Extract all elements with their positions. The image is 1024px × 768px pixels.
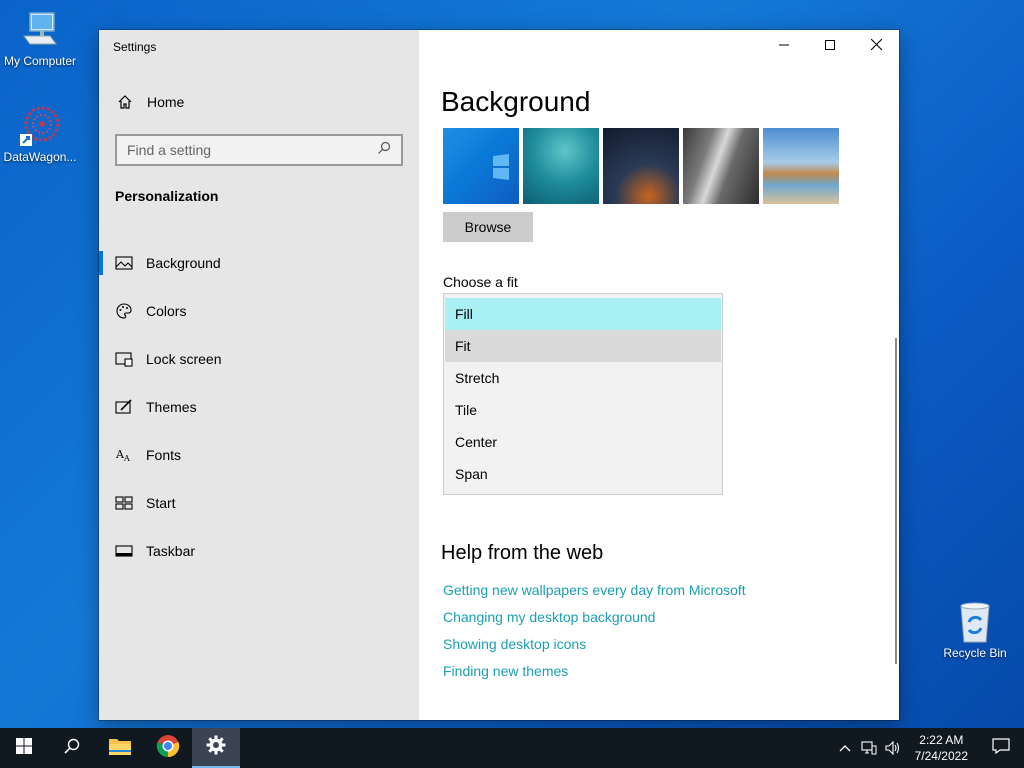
sidebar-item-colors[interactable]: Colors [99, 287, 419, 335]
desktop-icon-my-computer[interactable]: My Computer [0, 8, 80, 68]
fit-option-tile[interactable]: Tile [445, 394, 721, 426]
choose-fit-dropdown-list[interactable]: Fill Fit Stretch Tile Center Span [443, 293, 723, 495]
brush-icon [115, 398, 133, 416]
recycle-bin-icon [953, 600, 997, 644]
fit-option-stretch[interactable]: Stretch [445, 362, 721, 394]
chrome-icon [156, 734, 180, 763]
picture-icon [115, 254, 133, 272]
file-explorer-button[interactable] [96, 728, 144, 768]
action-center-button[interactable] [978, 737, 1024, 759]
search-icon [64, 738, 80, 759]
desktop-icon-label: My Computer [3, 54, 77, 68]
file-explorer-icon [108, 736, 132, 761]
sidebar-item-label: Taskbar [146, 543, 196, 559]
chevron-up-icon[interactable] [833, 744, 857, 752]
taskbar-clock[interactable]: 2:22 AM 7/24/2022 [905, 732, 978, 764]
wallpaper-thumbnail[interactable] [603, 128, 679, 204]
recent-wallpapers [443, 128, 843, 204]
taskbar-search-button[interactable] [48, 728, 96, 768]
home-label: Home [147, 94, 185, 110]
datawagon-shortcut-icon [18, 104, 62, 148]
volume-icon[interactable] [881, 741, 905, 755]
fit-option-fit[interactable]: Fit [445, 330, 721, 362]
search-box[interactable] [115, 134, 403, 166]
page-title: Background [441, 86, 591, 117]
sidebar-item-themes[interactable]: Themes [99, 383, 419, 431]
section-heading: Personalization [115, 188, 219, 204]
search-icon[interactable] [377, 141, 391, 160]
help-link[interactable]: Changing my desktop background [443, 607, 746, 634]
taskbar-icon [115, 542, 133, 560]
svg-text:A: A [123, 454, 130, 463]
window-title: Settings [113, 40, 157, 54]
minimize-icon [779, 37, 789, 55]
fit-option-fill[interactable]: Fill [445, 298, 721, 330]
sidebar-item-lock-screen[interactable]: Lock screen [99, 335, 419, 383]
settings-sidebar: Settings Home Personalization Background [99, 30, 419, 720]
scrollbar[interactable] [895, 338, 897, 664]
wallpaper-thumbnail[interactable] [683, 128, 759, 204]
home-nav-link[interactable]: Home [115, 94, 184, 110]
desktop-icon-label: DataWagon... [3, 150, 77, 164]
fit-option-span[interactable]: Span [445, 458, 721, 490]
network-icon[interactable] [857, 741, 881, 755]
settings-gear-icon [206, 735, 226, 760]
sidebar-item-fonts[interactable]: AA Fonts [99, 431, 419, 479]
fonts-icon: AA [115, 446, 133, 464]
chrome-button[interactable] [144, 728, 192, 768]
windows-logo-icon [16, 737, 32, 759]
computer-icon [18, 8, 62, 52]
help-links: Getting new wallpapers every day from Mi… [443, 580, 746, 688]
sidebar-item-label: Start [146, 495, 176, 511]
wallpaper-thumbnail[interactable] [763, 128, 839, 204]
close-button[interactable] [853, 30, 899, 62]
settings-window: Settings Home Personalization Background [99, 30, 899, 720]
desktop-icon-datawagon[interactable]: DataWagon... [0, 104, 80, 164]
minimize-button[interactable] [761, 30, 807, 62]
fit-option-center[interactable]: Center [445, 426, 721, 458]
help-link[interactable]: Getting new wallpapers every day from Mi… [443, 580, 746, 607]
wallpaper-thumbnail[interactable] [443, 128, 519, 204]
personalization-nav: Background Colors Lock screen Themes A A… [99, 239, 419, 575]
clock-date: 7/24/2022 [914, 749, 968, 763]
start-icon [115, 494, 133, 512]
desktop-icon-label: Recycle Bin [943, 646, 1007, 660]
clock-time: 2:22 AM [919, 733, 964, 747]
palette-icon [115, 302, 133, 320]
background-settings-pane: Background Browse Choose a fit Fill Fit … [419, 30, 899, 720]
sidebar-item-label: Background [146, 255, 221, 271]
system-tray: 2:22 AM 7/24/2022 [833, 728, 1024, 768]
sidebar-item-label: Lock screen [146, 351, 222, 367]
sidebar-item-label: Fonts [146, 447, 182, 463]
help-link[interactable]: Finding new themes [443, 661, 746, 688]
wallpaper-thumbnail[interactable] [523, 128, 599, 204]
sidebar-item-background[interactable]: Background [99, 239, 419, 287]
lock-screen-icon [115, 350, 133, 368]
desktop-icon-recycle-bin[interactable]: Recycle Bin [935, 600, 1015, 660]
notification-icon [992, 737, 1010, 759]
help-heading: Help from the web [441, 542, 604, 564]
choose-fit-label: Choose a fit [443, 274, 518, 290]
settings-taskbar-button[interactable] [192, 728, 240, 768]
taskbar: 2:22 AM 7/24/2022 [0, 728, 1024, 768]
browse-button[interactable]: Browse [443, 212, 533, 242]
maximize-button[interactable] [807, 30, 853, 62]
close-icon [870, 37, 882, 55]
help-link[interactable]: Showing desktop icons [443, 634, 746, 661]
sidebar-item-label: Colors [146, 303, 187, 319]
sidebar-item-label: Themes [146, 399, 197, 415]
home-icon [115, 94, 135, 110]
sidebar-item-taskbar[interactable]: Taskbar [99, 527, 419, 575]
maximize-icon [825, 37, 835, 55]
start-button[interactable] [0, 728, 48, 768]
search-input[interactable] [127, 142, 377, 158]
sidebar-item-start[interactable]: Start [99, 479, 419, 527]
window-controls [761, 30, 899, 62]
